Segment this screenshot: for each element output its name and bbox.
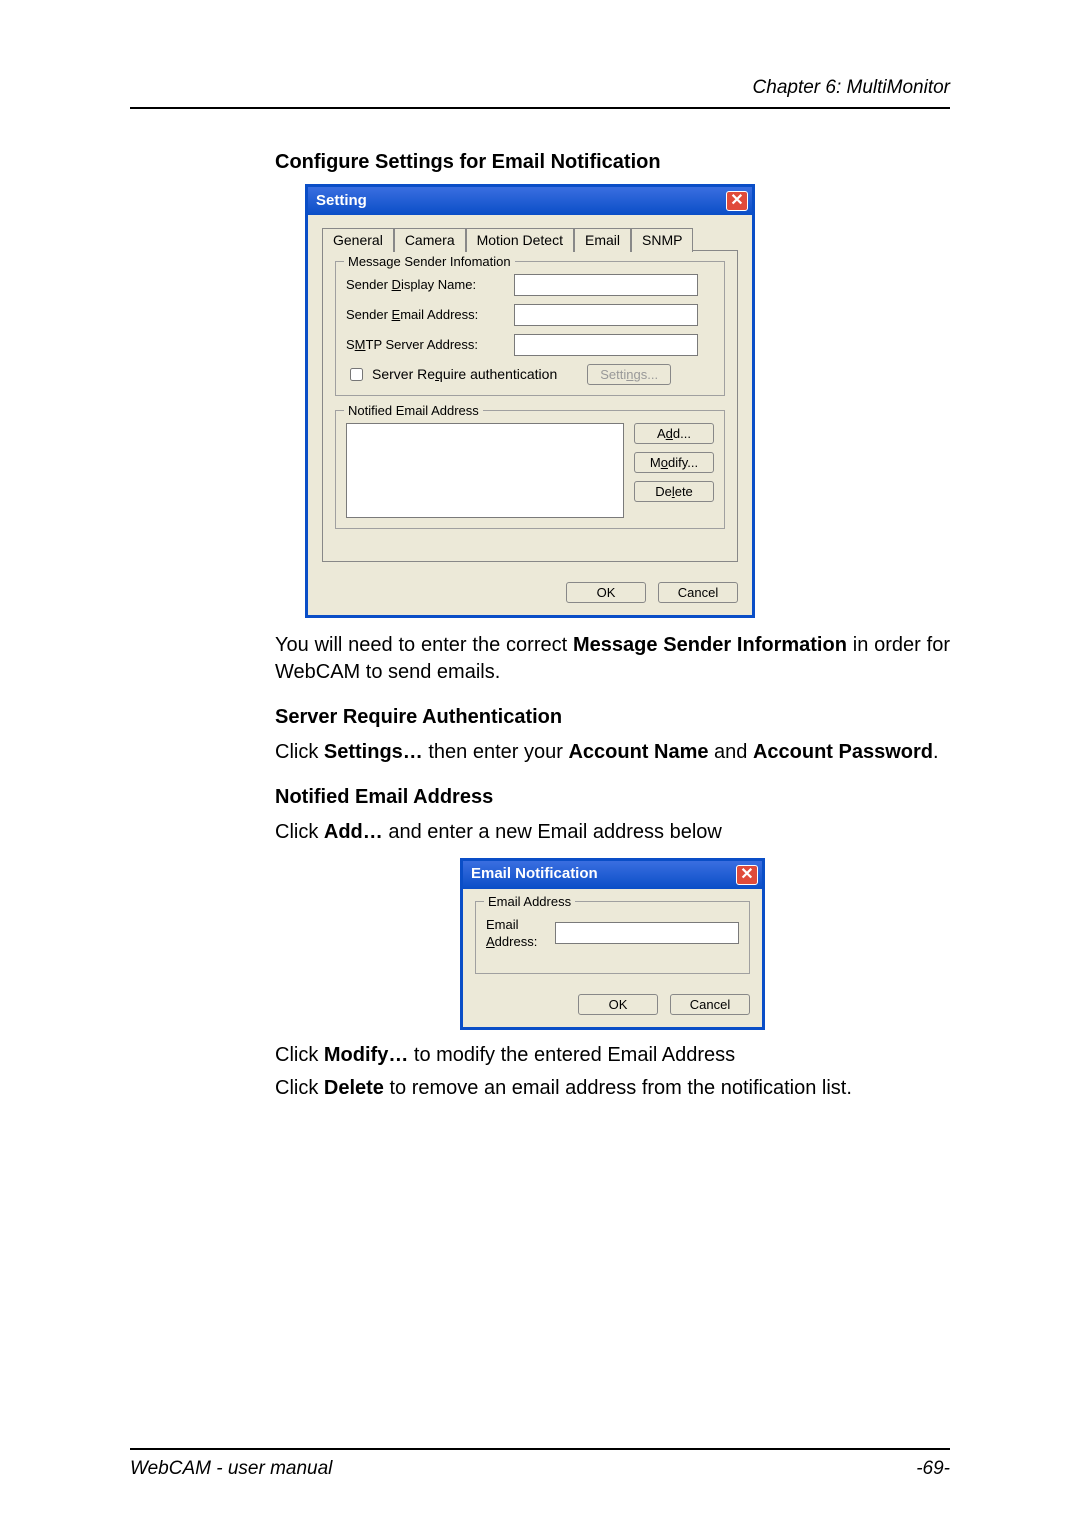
add-button[interactable]: Add... (634, 423, 714, 444)
section4-body1: Click Modify… to modify the entered Emai… (275, 1042, 950, 1069)
section4-body2: Click Delete to remove an email address … (275, 1075, 950, 1102)
ok-button[interactable]: OK (566, 582, 646, 603)
group-sender-legend: Message Sender Infomation (344, 253, 515, 271)
sender-display-name-field[interactable] (514, 274, 698, 296)
email-notif-titlebar: Email Notification ✕ (463, 861, 762, 889)
email-notification-dialog: Email Notification ✕ Email Address Email… (460, 858, 765, 1030)
close-icon[interactable]: ✕ (726, 191, 748, 211)
tabs: General Camera Motion Detect Email SNMP (322, 227, 738, 251)
page-header: Chapter 6: MultiMonitor (130, 75, 950, 101)
setting-title-text: Setting (316, 191, 367, 211)
sender-email-field[interactable] (514, 304, 698, 326)
modify-button[interactable]: Modify... (634, 452, 714, 473)
tab-general[interactable]: General (322, 228, 394, 252)
tab-motion-detect[interactable]: Motion Detect (466, 228, 574, 252)
tab-snmp[interactable]: SNMP (631, 228, 693, 252)
footer-rule (130, 1448, 950, 1450)
section3-body: Click Add… and enter a new Email address… (275, 819, 950, 846)
section-title-auth: Server Require Authentication (275, 704, 950, 731)
email-address-field[interactable] (555, 922, 739, 944)
label-email-address: Email Address: (486, 916, 547, 951)
group-notified: Notified Email Address Add... Modify... … (335, 410, 725, 529)
smtp-server-field[interactable] (514, 334, 698, 356)
settings-button[interactable]: Settings... (587, 364, 671, 385)
tab-panel-email: Message Sender Infomation Sender Display… (322, 250, 738, 562)
auth-checkbox-label: Server Require authentication (372, 365, 557, 384)
group-sender-info: Message Sender Infomation Sender Display… (335, 261, 725, 396)
ok-button[interactable]: OK (578, 994, 658, 1015)
email-notif-title-text: Email Notification (471, 864, 598, 884)
cancel-button[interactable]: Cancel (670, 994, 750, 1015)
group-email-address: Email Address Email Address: (475, 901, 750, 974)
header-rule (130, 107, 950, 109)
close-icon[interactable]: ✕ (736, 865, 758, 885)
section-title-configure: Configure Settings for Email Notificatio… (275, 149, 950, 176)
footer-right: -69- (916, 1456, 950, 1482)
setting-dialog: Setting ✕ General Camera Motion Detect E… (305, 184, 755, 618)
footer-left: WebCAM - user manual (130, 1456, 332, 1482)
delete-button[interactable]: Delete (634, 481, 714, 502)
tab-email[interactable]: Email (574, 228, 631, 252)
group-email-legend: Email Address (484, 893, 575, 911)
label-sender-email: Sender Email Address: (346, 306, 506, 324)
setting-titlebar: Setting ✕ (308, 187, 752, 215)
cancel-button[interactable]: Cancel (658, 582, 738, 603)
group-notified-legend: Notified Email Address (344, 402, 483, 420)
label-display-name: Sender Display Name: (346, 276, 506, 294)
section-title-notified: Notified Email Address (275, 784, 950, 811)
auth-checkbox[interactable] (350, 368, 363, 381)
section1-body: You will need to enter the correct Messa… (275, 632, 950, 686)
section2-body: Click Settings… then enter your Account … (275, 739, 950, 766)
notified-listbox[interactable] (346, 423, 624, 518)
tab-camera[interactable]: Camera (394, 228, 466, 252)
label-smtp: SMTP Server Address: (346, 336, 506, 354)
